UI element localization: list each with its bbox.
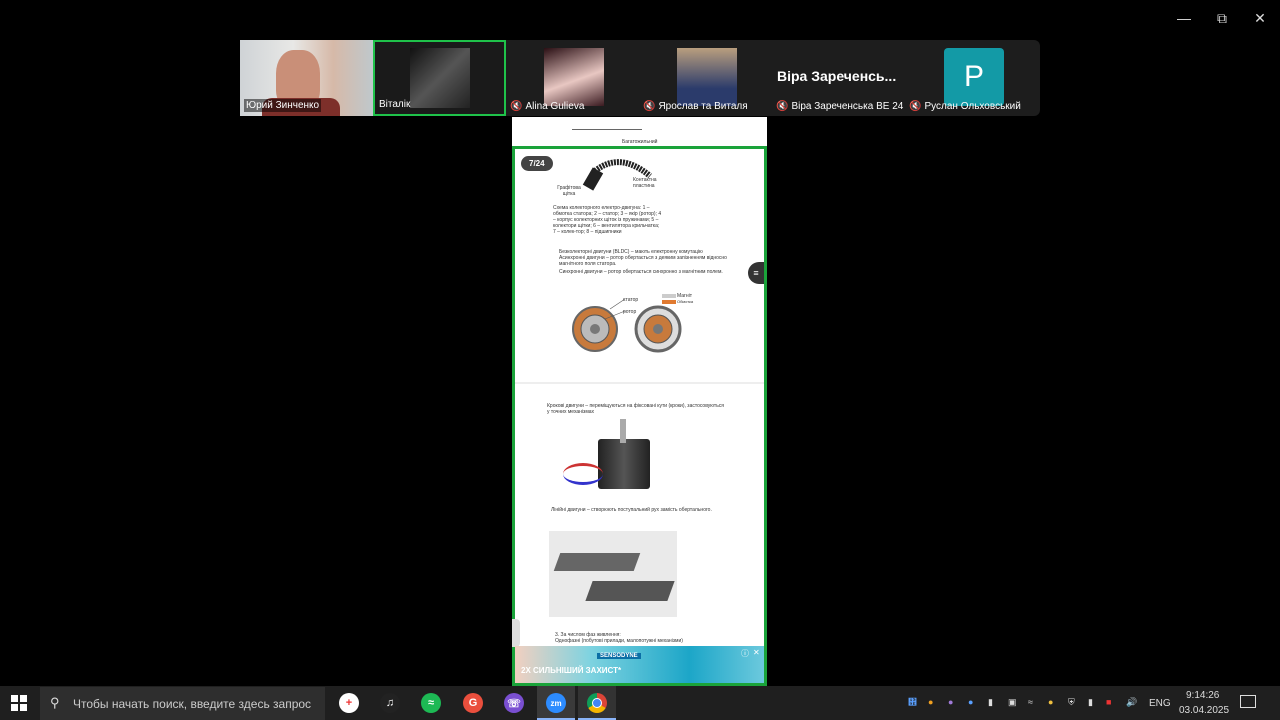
- participant-tile[interactable]: Юрий Зинченко: [240, 40, 373, 116]
- participant-tile[interactable]: 🔇 Ярослав та Виталя: [639, 40, 772, 116]
- participant-name: Юрий Зинченко: [244, 99, 322, 112]
- restore-button[interactable]: ⧉: [1210, 6, 1234, 30]
- doc-top-fragment: [572, 119, 642, 130]
- muted-mic-icon: 🔇: [643, 101, 656, 112]
- taskbar: ⚲ Чтобы начать поиск, введите здесь запр…: [0, 686, 1280, 720]
- linear-text: Лінійні двигуни – створюють поступальний…: [551, 507, 712, 513]
- chrome-center: [592, 698, 602, 708]
- viber-tray-icon[interactable]: ●: [948, 697, 953, 707]
- search-placeholder: Чтобы начать поиск, введите здесь запрос: [73, 697, 312, 711]
- ad-headline: 2Х СИЛЬНІШИЙ ЗАХИСТ*: [521, 666, 622, 675]
- participant-name: 🔇 Віра Зареченська ВЕ 24: [776, 101, 904, 112]
- linear-motor-rail-1: [553, 553, 641, 571]
- linear-motor-rail-2: [585, 581, 675, 601]
- zoom-taskbar-item[interactable]: zm: [537, 686, 575, 720]
- muted-mic-icon: 🔇: [510, 101, 523, 112]
- windows-start-icon[interactable]: [11, 695, 27, 711]
- taskbar-search-box[interactable]: ⚲ Чтобы начать поиск, введите здесь запр…: [40, 687, 325, 720]
- async-text: Асинхронні двигуни – ротор обертається з…: [559, 255, 727, 267]
- ad-banner[interactable]: SENSODYNE 2Х СИЛЬНІШИЙ ЗАХИСТ* ⓘ ✕: [515, 646, 764, 683]
- muted-mic-icon: 🔇: [909, 101, 922, 112]
- start-tile: [20, 704, 27, 711]
- side-tab[interactable]: [512, 619, 520, 647]
- volume-icon[interactable]: 🔊: [1126, 697, 1137, 708]
- bluetooth-icon[interactable]: ᎞: [908, 697, 917, 707]
- tray-app-icon[interactable]: ●: [1048, 697, 1053, 707]
- clock-time[interactable]: 9:14:26: [1186, 690, 1219, 701]
- close-button[interactable]: ✕: [1248, 6, 1272, 30]
- chrome-taskbar-item[interactable]: [578, 686, 616, 720]
- page-divider: [515, 382, 764, 384]
- participant-name: Віталік: [379, 99, 411, 110]
- ad-info-icon[interactable]: ⓘ: [741, 648, 749, 659]
- page-badge: 7/24: [521, 156, 553, 171]
- viber-icon[interactable]: ☏: [504, 693, 524, 713]
- participant-avatar: [544, 48, 604, 106]
- language-indicator[interactable]: ENG: [1149, 698, 1171, 709]
- tray-app-icon[interactable]: ▣: [1008, 697, 1017, 708]
- security-icon[interactable]: ⛨: [1068, 697, 1075, 708]
- stepper-motor-image: [563, 419, 663, 499]
- stepper-text: Крокові двигуни – переміщуються на фіксо…: [547, 403, 725, 415]
- health-app-icon[interactable]: +: [339, 693, 359, 713]
- rotor-label: ротор: [623, 309, 637, 315]
- participant-name: 🔇 Alina Gulieva: [510, 101, 585, 112]
- usb-icon[interactable]: ▮: [1088, 697, 1093, 708]
- participant-tile[interactable]: P 🔇 Руслан Ольховський: [905, 40, 1040, 116]
- participant-tile-active[interactable]: Віталік: [373, 40, 506, 116]
- scheme-caption: Схема колекторного електро-двигуна: 1 – …: [553, 205, 662, 235]
- zoom-icon: zm: [546, 693, 566, 713]
- label-contact-plate: Контактна пластина: [633, 177, 657, 189]
- spotify-icon[interactable]: ≈: [421, 693, 441, 713]
- linear-motor-image: [549, 531, 677, 617]
- participant-strip: Юрий Зинченко Віталік 🔇 Alina Gulieva 🔇 Яр…: [240, 40, 1040, 116]
- participant-avatar-letter: P: [944, 48, 1004, 106]
- participant-display-title: Віра Зареченсь...: [777, 68, 897, 84]
- battery-icon[interactable]: ▮: [988, 697, 993, 708]
- music-app-icon[interactable]: ♫: [380, 693, 400, 713]
- stepper-motor-shaft: [620, 419, 626, 443]
- stepper-motor-body: [598, 439, 650, 489]
- zoom-tray-icon[interactable]: ●: [968, 697, 973, 707]
- google-app-icon[interactable]: G: [463, 693, 483, 713]
- tray-app-icon[interactable]: ●: [928, 697, 933, 707]
- clock-date[interactable]: 03.04.2025: [1179, 705, 1229, 716]
- participant-name: 🔇 Руслан Ольховський: [909, 101, 1021, 112]
- chrome-icon: [587, 693, 607, 713]
- notification-icon[interactable]: [1240, 695, 1256, 708]
- start-tile: [11, 695, 18, 702]
- shared-screen-frame: 7/24 Графітова щітка Контактна пластина …: [512, 146, 767, 686]
- search-icon: ⚲: [50, 695, 60, 710]
- side-menu-handle[interactable]: ≡: [748, 262, 764, 284]
- sync-text: Синхронні двигуни – ротор обертається си…: [559, 269, 723, 275]
- start-tile: [11, 704, 18, 711]
- participant-tile[interactable]: 🔇 Alina Gulieva: [506, 40, 639, 116]
- wifi-icon[interactable]: ≈: [1028, 697, 1033, 707]
- ad-close-icon[interactable]: ✕: [753, 648, 760, 657]
- participant-tile[interactable]: Віра Зареченсь... 🔇 Віра Зареченська ВЕ 2…: [772, 40, 905, 116]
- participant-avatar: [677, 48, 737, 106]
- participant-avatar: [410, 48, 470, 108]
- minimize-button[interactable]: —: [1172, 6, 1196, 30]
- doc-label-multi: Багатожильний: [622, 139, 658, 145]
- phases-item: Однофазні (побутові прилади, малопотужні…: [555, 638, 683, 644]
- muted-mic-icon: 🔇: [776, 101, 789, 112]
- stepper-motor-wires: [563, 463, 603, 485]
- stator-label: статор: [623, 297, 639, 303]
- label-graphite-brush: Графітова щітка: [557, 185, 581, 197]
- start-tile: [20, 695, 27, 702]
- ad-brand: SENSODYNE: [597, 653, 641, 659]
- record-icon[interactable]: ■: [1106, 697, 1111, 707]
- legend-winding: Обмотка: [677, 299, 694, 304]
- participant-name: 🔇 Ярослав та Виталя: [643, 101, 748, 112]
